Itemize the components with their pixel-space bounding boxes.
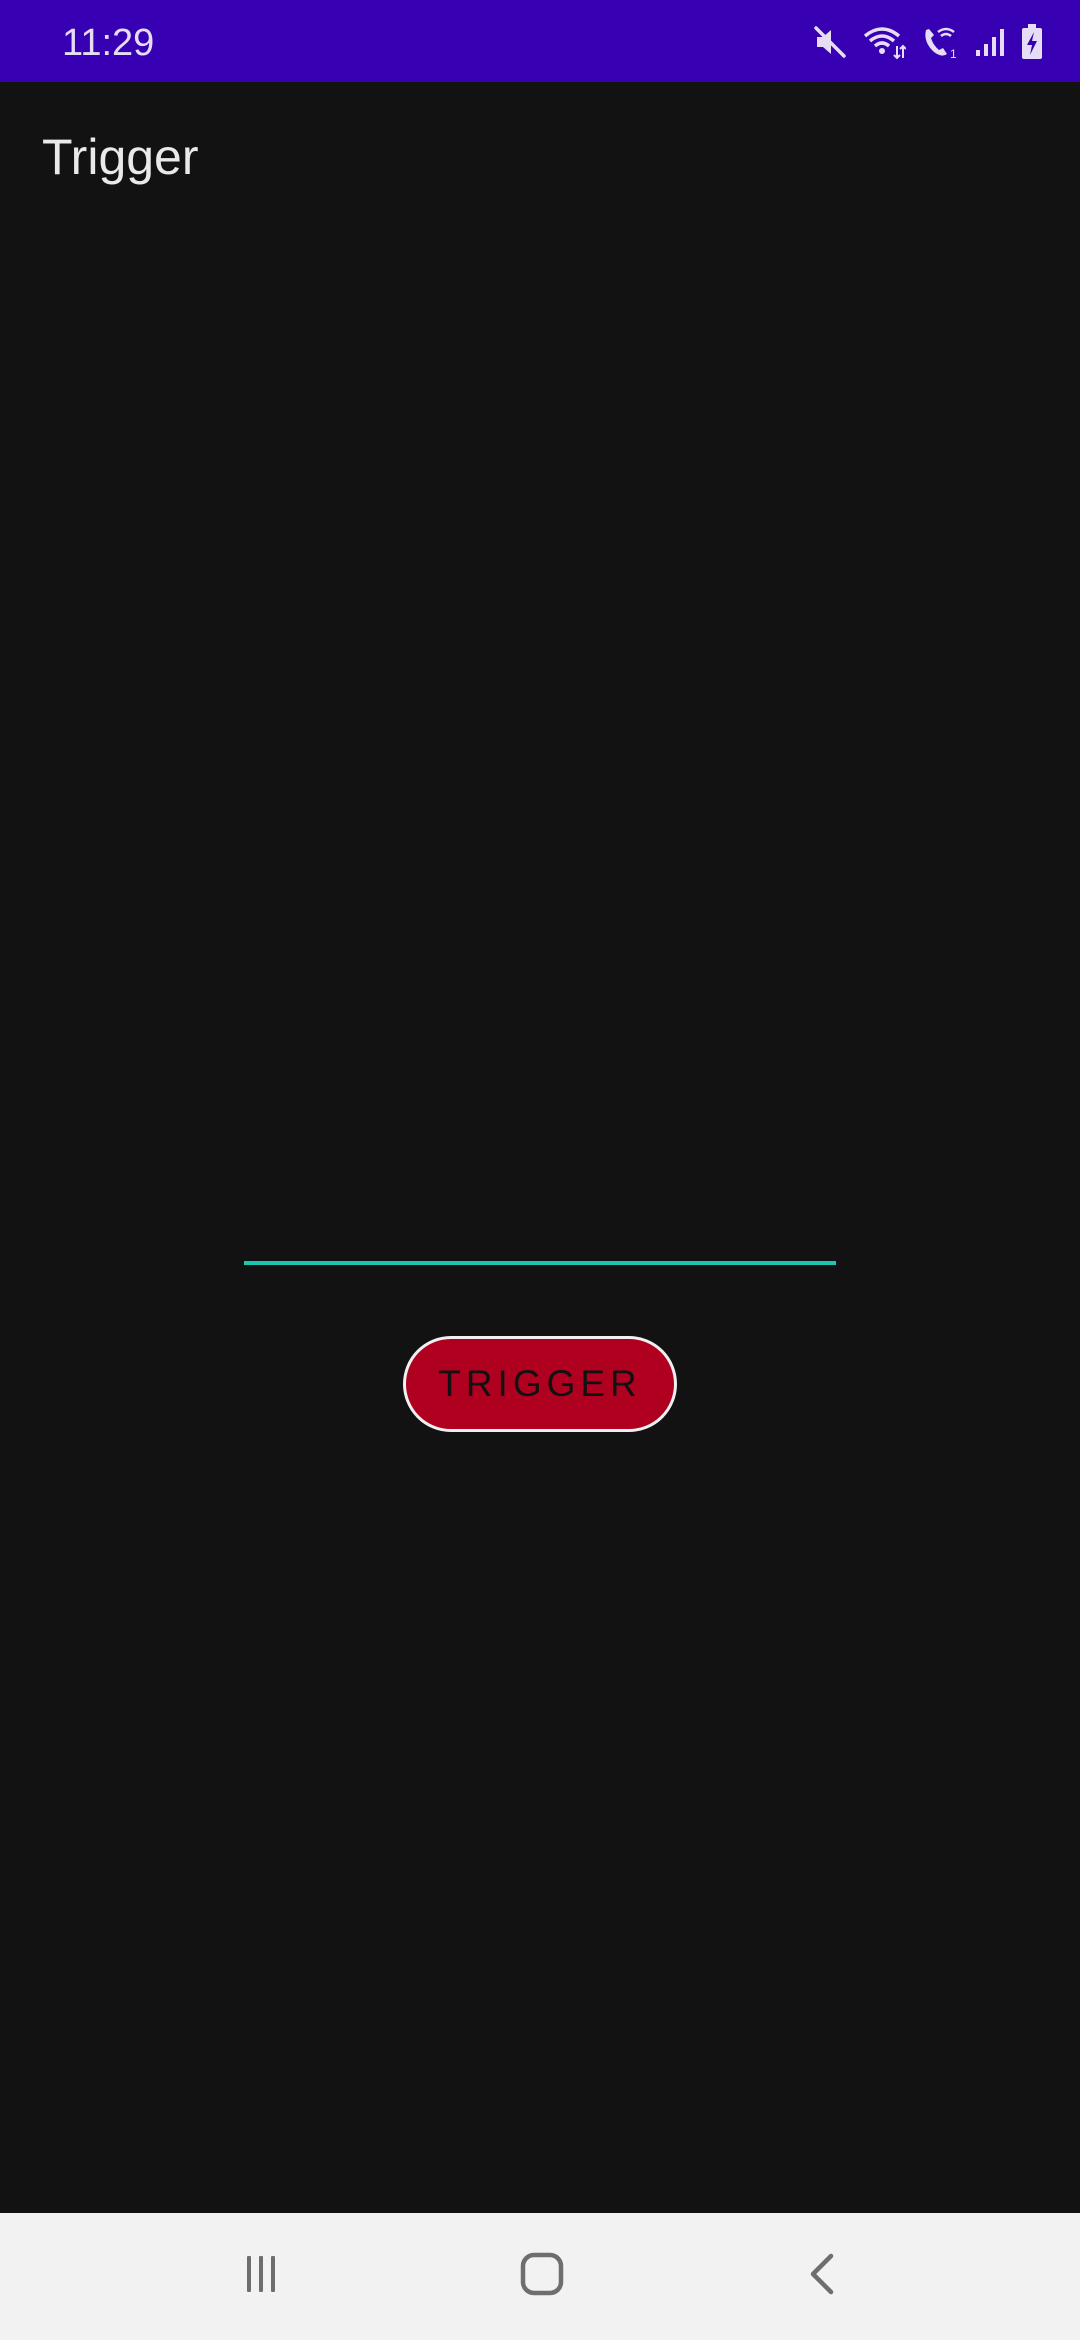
wifi-calling-icon: 1 [920,24,960,60]
trigger-button[interactable]: TRIGGER [403,1336,677,1432]
navigation-bar [0,2213,1080,2340]
svg-text:1: 1 [950,47,957,60]
back-icon [801,2250,845,2303]
battery-charging-icon [1020,23,1044,61]
app-title: Trigger [42,129,199,185]
trigger-button-label: TRIGGER [438,1363,642,1404]
home-button[interactable] [482,2213,602,2340]
signal-icon [974,24,1006,60]
back-button[interactable] [763,2213,883,2340]
mute-icon [812,24,848,60]
status-icons: 1 [812,22,1044,62]
recents-button[interactable] [201,2213,321,2340]
home-icon [518,2250,566,2303]
text-input[interactable] [244,1195,836,1265]
status-bar: 11:29 1 [0,0,1080,82]
wifi-icon [862,24,906,60]
status-time: 11:29 [62,22,155,64]
recents-icon [239,2252,283,2301]
